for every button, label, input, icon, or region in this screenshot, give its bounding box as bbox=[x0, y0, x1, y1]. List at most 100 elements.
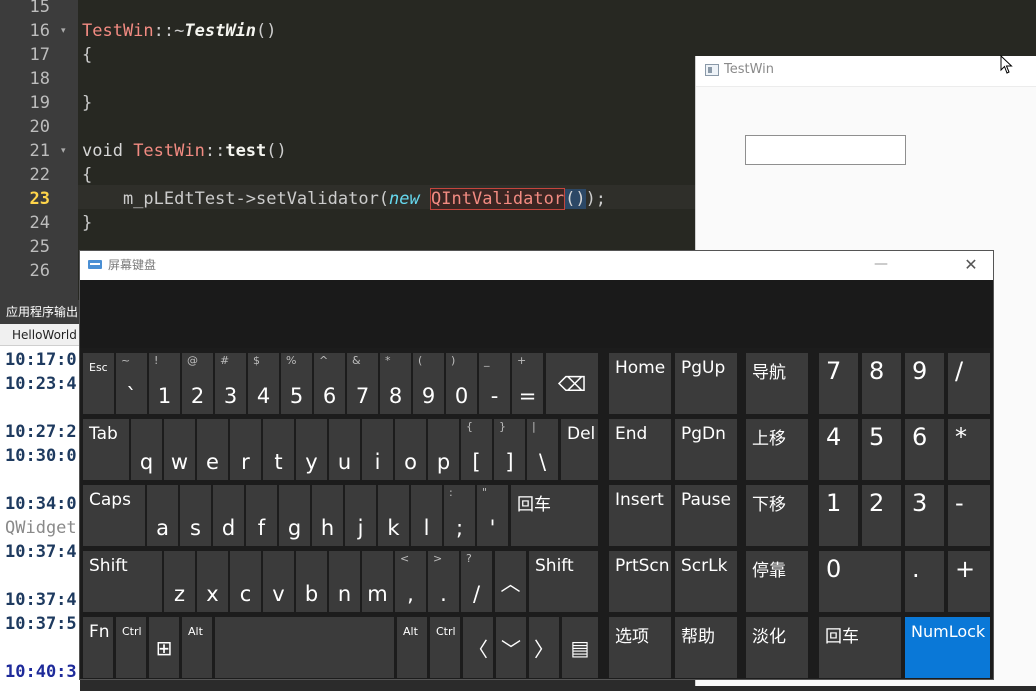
code-line[interactable]: { bbox=[82, 163, 92, 187]
key-minus[interactable]: _ - bbox=[479, 353, 510, 414]
key-u[interactable]: u bbox=[329, 419, 360, 480]
key-home[interactable]: Home bbox=[609, 353, 671, 414]
key-a[interactable]: a bbox=[147, 485, 178, 546]
key-m[interactable]: m bbox=[362, 551, 393, 612]
key-9[interactable]: (9 bbox=[413, 353, 444, 414]
output-log[interactable]: 10:17:0 10:23:4 10:27:2 10:30:0 10:34:0 QWidg… bbox=[0, 346, 80, 691]
key-t[interactable]: t bbox=[263, 419, 294, 480]
key-np6[interactable]: 6 bbox=[905, 419, 944, 480]
key-menu[interactable]: ▤ bbox=[562, 617, 598, 678]
key-numlock[interactable]: NumLock bbox=[905, 617, 990, 678]
key-del[interactable]: Del bbox=[561, 419, 598, 480]
key-downarrow[interactable]: ﹀ bbox=[496, 617, 526, 678]
key-semicolon[interactable]: :; bbox=[444, 485, 475, 546]
code-line[interactable]: void TestWin::test() bbox=[82, 139, 287, 163]
key-enter[interactable]: 回车 bbox=[511, 485, 598, 546]
key-np5[interactable]: 5 bbox=[862, 419, 901, 480]
key-lshift[interactable]: Shift bbox=[83, 551, 162, 612]
key-options[interactable]: 选项 bbox=[609, 617, 671, 678]
key-win[interactable]: ⊞ bbox=[149, 617, 179, 678]
key-ralt[interactable]: Alt bbox=[397, 617, 427, 678]
key-b[interactable]: b bbox=[296, 551, 327, 612]
key-insert[interactable]: Insert bbox=[609, 485, 671, 546]
key-w[interactable]: w bbox=[164, 419, 195, 480]
key-s[interactable]: s bbox=[180, 485, 211, 546]
key-2[interactable]: @2 bbox=[182, 353, 213, 414]
key-lctrl[interactable]: Ctrl bbox=[116, 617, 146, 678]
key-npminus[interactable]: - bbox=[948, 485, 990, 546]
key-space[interactable] bbox=[215, 617, 394, 678]
key-3[interactable]: #3 bbox=[215, 353, 246, 414]
key-v[interactable]: v bbox=[263, 551, 294, 612]
key-h[interactable]: h bbox=[312, 485, 343, 546]
key-8[interactable]: * 8 bbox=[380, 353, 411, 414]
fold-arrow-icon[interactable]: ▾ bbox=[61, 19, 66, 43]
key-5[interactable]: % 5 bbox=[281, 353, 312, 414]
key-help[interactable]: 帮助 bbox=[675, 617, 737, 678]
key-i[interactable]: i bbox=[362, 419, 393, 480]
key-np2[interactable]: 2 bbox=[862, 485, 901, 546]
key-np3[interactable]: 3 bbox=[905, 485, 944, 546]
key-rctrl[interactable]: Ctrl bbox=[430, 617, 460, 678]
code-line[interactable]: TestWin::~TestWin() bbox=[82, 19, 277, 43]
key-4[interactable]: $4 bbox=[248, 353, 279, 414]
key-lbracket[interactable]: {[ bbox=[461, 419, 492, 480]
on-screen-keyboard[interactable]: 屏幕键盘 — ✕ Esc ~ `! 1 @2 #3 $4% 5 ^ 6 & 7 * 8(9) 0 _ - + = ⌫ H… bbox=[79, 250, 994, 680]
code-line[interactable]: { bbox=[82, 43, 92, 67]
key-x[interactable]: x bbox=[197, 551, 228, 612]
close-button[interactable]: ✕ bbox=[956, 251, 986, 279]
key-d[interactable]: d bbox=[213, 485, 244, 546]
key-npdot[interactable]: . bbox=[905, 551, 944, 612]
key-quote[interactable]: " ' bbox=[477, 485, 508, 546]
key-0[interactable]: ) 0 bbox=[446, 353, 477, 414]
key-e[interactable]: e bbox=[197, 419, 228, 480]
key-q[interactable]: q bbox=[131, 419, 162, 480]
minimize-button[interactable]: — bbox=[866, 251, 896, 279]
key-pgdn[interactable]: PgDn bbox=[675, 419, 737, 480]
key-6[interactable]: ^ 6 bbox=[314, 353, 345, 414]
key-prtscn[interactable]: PrtScn bbox=[609, 551, 671, 612]
key-r[interactable]: r bbox=[230, 419, 261, 480]
key-npenter[interactable]: 回车 bbox=[819, 617, 901, 678]
key-tab[interactable]: Tab bbox=[83, 419, 129, 480]
key-pause[interactable]: Pause bbox=[675, 485, 737, 546]
key-scrlk[interactable]: ScrLk bbox=[675, 551, 737, 612]
osk-titlebar[interactable]: 屏幕键盘 — ✕ bbox=[80, 251, 993, 280]
key-comma[interactable]: <, bbox=[395, 551, 426, 612]
code-line[interactable]: } bbox=[82, 211, 92, 235]
key-n[interactable]: n bbox=[329, 551, 360, 612]
key-period[interactable]: >. bbox=[428, 551, 459, 612]
key-g[interactable]: g bbox=[279, 485, 310, 546]
key-f[interactable]: f bbox=[246, 485, 277, 546]
key-movedown[interactable]: 下移 bbox=[746, 485, 808, 546]
key-k[interactable]: k bbox=[378, 485, 409, 546]
key-nav[interactable]: 导航 bbox=[746, 353, 808, 414]
key-z[interactable]: z bbox=[164, 551, 195, 612]
testwin-titlebar[interactable]: TestWin bbox=[696, 56, 1036, 87]
key-l[interactable]: l bbox=[411, 485, 442, 546]
key-np8[interactable]: 8 bbox=[862, 353, 901, 414]
key-caps[interactable]: Caps bbox=[83, 485, 145, 546]
key-rbracket[interactable]: }] bbox=[494, 419, 525, 480]
key-dock[interactable]: 停靠 bbox=[746, 551, 808, 612]
key-moveup[interactable]: 上移 bbox=[746, 419, 808, 480]
key-np4[interactable]: 4 bbox=[819, 419, 858, 480]
key-lalt[interactable]: Alt bbox=[182, 617, 212, 678]
key-1[interactable]: ! 1 bbox=[149, 353, 180, 414]
key-o[interactable]: o bbox=[395, 419, 426, 480]
code-line[interactable]: m_pLEdtTest->setValidator(new QIntValida… bbox=[82, 187, 606, 211]
key-esc[interactable]: Esc bbox=[83, 353, 114, 414]
output-tab-helloworld[interactable]: HelloWorld bbox=[0, 324, 80, 346]
key-j[interactable]: j bbox=[345, 485, 376, 546]
key-fade[interactable]: 淡化 bbox=[746, 617, 808, 678]
key-fn[interactable]: Fn bbox=[83, 617, 113, 678]
code-line[interactable]: } bbox=[82, 91, 92, 115]
key-npmul[interactable]: * bbox=[948, 419, 990, 480]
key-np1[interactable]: 1 bbox=[819, 485, 858, 546]
key-c[interactable]: c bbox=[230, 551, 261, 612]
key-backspace[interactable]: ⌫ bbox=[546, 353, 598, 414]
test-line-edit[interactable] bbox=[745, 135, 906, 165]
key-equals[interactable]: + = bbox=[512, 353, 543, 414]
key-npdiv[interactable]: / bbox=[948, 353, 990, 414]
key-p[interactable]: p bbox=[428, 419, 459, 480]
